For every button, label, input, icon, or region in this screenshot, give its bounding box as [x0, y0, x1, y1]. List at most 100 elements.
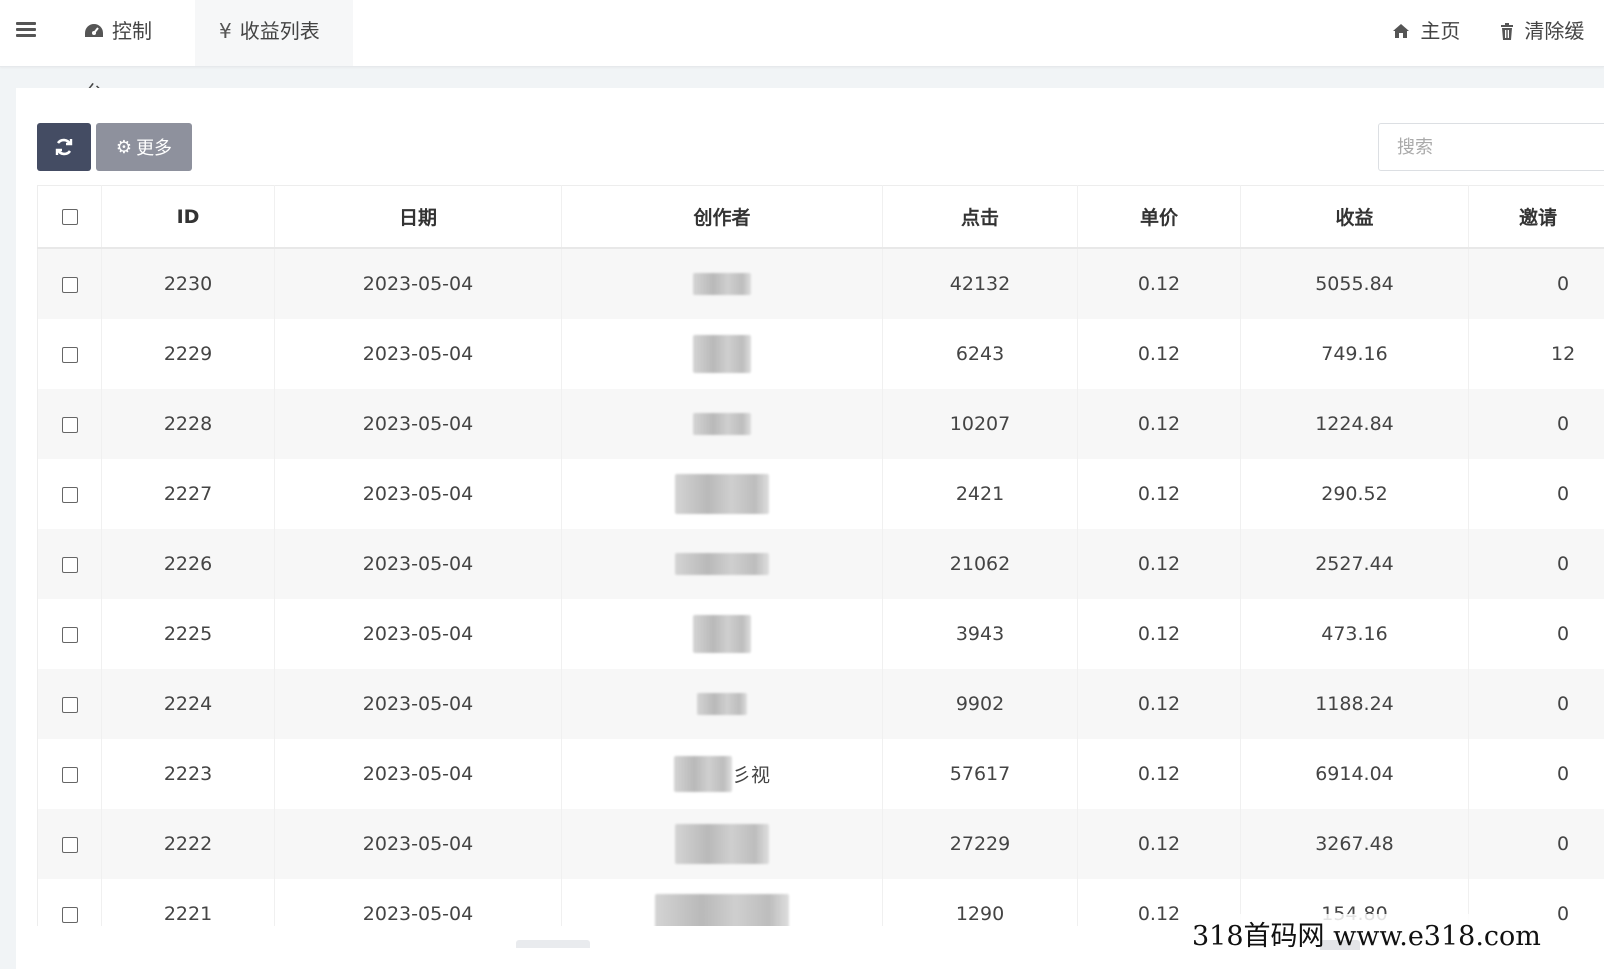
income-table: ID 日期 创作者 点击 单价 收益 邀请 2230 2023-05-04 42… [37, 185, 1604, 926]
trash-icon [1500, 19, 1520, 43]
column-header-invite[interactable]: 邀请 [1468, 185, 1604, 249]
table-row[interactable]: 2228 2023-05-04 10207 0.12 1224.84 0 [37, 389, 1604, 459]
cell-date: 2023-05-04 [274, 459, 562, 529]
refresh-button[interactable] [37, 123, 91, 171]
more-label: 更多 [136, 138, 173, 159]
cell-id: 2226 [101, 529, 275, 599]
redacted-creator [693, 413, 751, 436]
table-row[interactable]: 2224 2023-05-04 9902 0.12 1188.24 0 [37, 669, 1604, 739]
cell-price: 0.12 [1077, 319, 1241, 389]
row-checkbox[interactable] [61, 836, 78, 853]
redacted-creator [675, 824, 769, 864]
cell-invite: 0 [1468, 459, 1604, 529]
cell-invite: 0 [1468, 529, 1604, 599]
search-input[interactable] [1378, 123, 1604, 171]
cell-date: 2023-05-04 [274, 319, 562, 389]
cell-price: 0.12 [1077, 599, 1241, 669]
row-checkbox[interactable] [61, 276, 78, 293]
table-row[interactable]: 2229 2023-05-04 6243 0.12 749.16 12 [37, 319, 1604, 389]
column-header-price[interactable]: 单价 [1077, 185, 1241, 249]
table-row[interactable]: 2227 2023-05-04 2421 0.12 290.52 0 [37, 459, 1604, 529]
cell-date: 2023-05-04 [274, 529, 562, 599]
table-row[interactable]: 2226 2023-05-04 21062 0.12 2527.44 0 [37, 529, 1604, 599]
table-row[interactable]: 2230 2023-05-04 42132 0.12 5055.84 0 [37, 248, 1604, 319]
pagination-button[interactable] [516, 940, 590, 948]
row-checkbox[interactable] [61, 346, 78, 363]
cell-creator [561, 459, 883, 529]
tab-income-label: 收益列表 [239, 19, 320, 43]
cell-income: 1188.24 [1240, 669, 1469, 739]
cell-date: 2023-05-04 [274, 879, 562, 926]
cell-date: 2023-05-04 [274, 248, 562, 319]
column-header-date[interactable]: 日期 [274, 185, 562, 249]
cell-clicks: 57617 [882, 739, 1078, 809]
tab-dashboard[interactable]: 控制台 [60, 0, 195, 105]
cell-date: 2023-05-04 [274, 809, 562, 879]
watermark-text: 318首码网 www.e318.com [1188, 914, 1545, 953]
row-select-cell [37, 599, 102, 669]
row-checkbox[interactable] [61, 486, 78, 503]
row-checkbox[interactable] [61, 556, 78, 573]
top-navbar: 控制台 ¥ 收益列表 主页 清除缓 [0, 0, 1604, 105]
creator-name-fragment: 彡视 [731, 764, 770, 787]
cell-creator [561, 879, 883, 926]
cell-invite: 0 [1468, 389, 1604, 459]
table-row[interactable]: 2223 2023-05-04 彡视 57617 0.12 6914.04 0 [37, 739, 1604, 809]
cell-income: 290.52 [1240, 459, 1469, 529]
cell-price: 0.12 [1077, 739, 1241, 809]
redacted-creator [693, 335, 751, 373]
redacted-creator [693, 273, 751, 296]
table-row[interactable]: 2222 2023-05-04 27229 0.12 3267.48 0 [37, 809, 1604, 879]
cell-invite: 12 [1468, 319, 1604, 389]
cell-clicks: 10207 [882, 389, 1078, 459]
cell-id: 2224 [101, 669, 275, 739]
select-all-checkbox[interactable] [61, 209, 78, 225]
cell-income: 3267.48 [1240, 809, 1469, 879]
yen-icon: ¥ [219, 19, 232, 43]
home-link[interactable]: 主页 [1392, 0, 1460, 66]
menu-toggle-icon[interactable] [16, 20, 38, 44]
cell-id: 2221 [101, 879, 275, 926]
cell-clicks: 42132 [882, 248, 1078, 319]
column-header-id[interactable]: ID [101, 185, 275, 249]
cell-income: 6914.04 [1240, 739, 1469, 809]
row-checkbox[interactable] [61, 416, 78, 433]
row-select-cell [37, 319, 102, 389]
redacted-creator [655, 894, 789, 926]
cell-income: 5055.84 [1240, 248, 1469, 319]
clear-cache-label: 清除缓 [1524, 19, 1585, 43]
refresh-icon [55, 138, 73, 156]
row-checkbox[interactable] [61, 906, 78, 923]
row-checkbox[interactable] [61, 626, 78, 643]
column-header-creator[interactable]: 创作者 [561, 185, 883, 249]
tab-income-list[interactable]: ¥ 收益列表 [195, 0, 353, 66]
cell-invite: 0 [1468, 739, 1604, 809]
cell-date: 2023-05-04 [274, 739, 562, 809]
row-checkbox[interactable] [61, 696, 78, 713]
cell-clicks: 27229 [882, 809, 1078, 879]
table-row[interactable]: 2225 2023-05-04 3943 0.12 473.16 0 [37, 599, 1604, 669]
table-header-row: ID 日期 创作者 点击 单价 收益 邀请 [37, 185, 1604, 249]
row-checkbox[interactable] [61, 766, 78, 783]
cell-id: 2222 [101, 809, 275, 879]
cell-price: 0.12 [1077, 529, 1241, 599]
cell-invite: 0 [1468, 248, 1604, 319]
column-header-clicks[interactable]: 点击 [882, 185, 1078, 249]
column-header-income[interactable]: 收益 [1240, 185, 1469, 249]
cell-creator [561, 669, 883, 739]
row-select-cell [37, 809, 102, 879]
cell-price: 0.12 [1077, 248, 1241, 319]
cell-invite: 0 [1468, 599, 1604, 669]
clear-cache-link[interactable]: 清除缓 [1500, 0, 1584, 66]
cell-income: 473.16 [1240, 599, 1469, 669]
redacted-creator [697, 693, 747, 716]
cell-price: 0.12 [1077, 809, 1241, 879]
cell-id: 2230 [101, 248, 275, 319]
cell-creator [561, 389, 883, 459]
cell-date: 2023-05-04 [274, 599, 562, 669]
more-button[interactable]: ⚙ 更多 [96, 123, 192, 171]
cell-price: 0.12 [1077, 669, 1241, 739]
cell-creator: 彡视 [561, 739, 883, 809]
cell-clicks: 2421 [882, 459, 1078, 529]
cell-id: 2223 [101, 739, 275, 809]
